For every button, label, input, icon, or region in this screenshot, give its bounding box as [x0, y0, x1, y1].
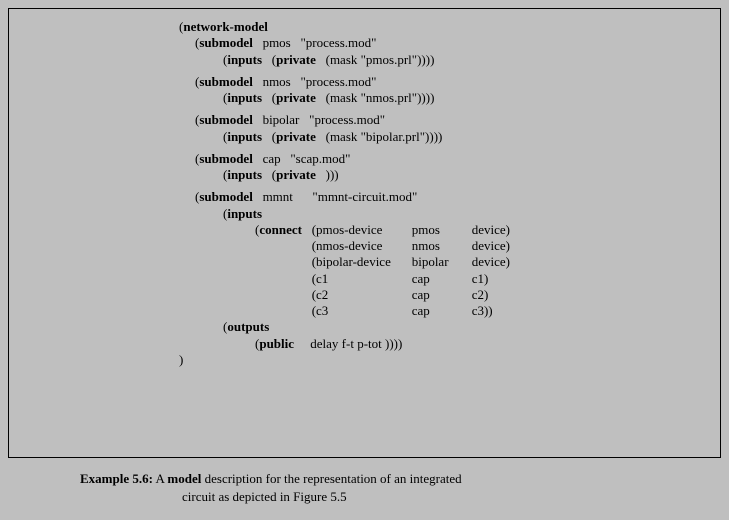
kw-public: public: [259, 336, 294, 351]
cell: cap: [412, 303, 472, 319]
kw-inputs: inputs: [227, 206, 262, 221]
caption-line2: circuit as depicted in Figure 5.5: [80, 489, 347, 504]
cell: device): [472, 254, 520, 270]
line-mmnt-submodel: (submodel mmnt "mmnt-circuit.mod": [179, 189, 710, 205]
caption-pre: A: [156, 471, 165, 486]
kw-submodel: submodel: [199, 74, 252, 89]
cell: (c3: [312, 303, 412, 319]
cell: cap: [412, 287, 472, 303]
mmnt-file: "mmnt-circuit.mod": [312, 189, 417, 204]
cell: (c1: [312, 271, 412, 287]
bipolar-name: bipolar: [263, 112, 300, 127]
kw-outputs: outputs: [227, 319, 269, 334]
cell: device): [472, 222, 520, 238]
cell: pmos: [412, 222, 472, 238]
pmos-name: pmos: [263, 35, 291, 50]
caption: Example 5.6: A model description for the…: [80, 470, 660, 505]
table-row: (pmos-devicepmosdevice): [312, 222, 520, 238]
kw-private: private: [276, 52, 316, 67]
cap-file: "scap.mod": [290, 151, 350, 166]
cell: device): [472, 238, 520, 254]
line-network-model: (network-model: [179, 19, 710, 35]
pmos-file: "process.mod": [300, 35, 376, 50]
line-nmos-inputs: (inputs (private (mask "nmos.prl")))): [179, 90, 710, 106]
line-mmnt-outputs: (outputs: [179, 319, 710, 335]
cell: (bipolar-device: [312, 254, 412, 270]
line-cap-submodel: (submodel cap "scap.mod": [179, 151, 710, 167]
kw-private: private: [276, 167, 316, 182]
caption-label: Example 5.6:: [80, 471, 153, 486]
line-bipolar-submodel: (submodel bipolar "process.mod": [179, 112, 710, 128]
line-pmos-submodel: (submodel pmos "process.mod": [179, 35, 710, 51]
kw-submodel: submodel: [199, 189, 252, 204]
caption-line1-rest: description for the representation of an…: [205, 471, 462, 486]
line-mmnt-inputs: (inputs: [179, 206, 710, 222]
close-paren: ): [179, 352, 183, 367]
kw-submodel: submodel: [199, 112, 252, 127]
cell: nmos: [412, 238, 472, 254]
kw-private: private: [276, 90, 316, 105]
connect-table: (pmos-devicepmosdevice) (nmos-devicenmos…: [312, 222, 520, 320]
cap-name: cap: [263, 151, 281, 166]
table-row: (c2capc2): [312, 287, 520, 303]
table-row: (bipolar-devicebipolardevice): [312, 254, 520, 270]
line-nmos-submodel: (submodel nmos "process.mod": [179, 74, 710, 90]
kw-private: private: [276, 129, 316, 144]
code-frame: (network-model (submodel pmos "process.m…: [8, 8, 721, 458]
cell: (nmos-device: [312, 238, 412, 254]
pmos-mask: (mask "pmos.prl")))): [326, 52, 435, 67]
cell: bipolar: [412, 254, 472, 270]
kw-inputs: inputs: [227, 167, 262, 182]
cell: (pmos-device: [312, 222, 412, 238]
line-mmnt-connect: (connect (pmos-devicepmosdevice) (nmos-d…: [179, 222, 710, 320]
kw-inputs: inputs: [227, 52, 262, 67]
kw-connect: connect: [259, 222, 302, 237]
line-cap-inputs: (inputs (private ))): [179, 167, 710, 183]
cell: c3)): [472, 303, 520, 319]
cell: c2): [472, 287, 520, 303]
nmos-name: nmos: [263, 74, 291, 89]
table-row: (c3capc3)): [312, 303, 520, 319]
line-mmnt-public: (public delay f-t p-tot )))): [179, 336, 710, 352]
bipolar-file: "process.mod": [309, 112, 385, 127]
table-row: (nmos-devicenmosdevice): [312, 238, 520, 254]
kw-network-model: network-model: [183, 19, 268, 34]
kw-inputs: inputs: [227, 129, 262, 144]
table-row: (c1capc1): [312, 271, 520, 287]
mmnt-name: mmnt: [263, 189, 293, 204]
nmos-file: "process.mod": [300, 74, 376, 89]
line-close: ): [179, 352, 710, 368]
kw-inputs: inputs: [227, 90, 262, 105]
cell: (c2: [312, 287, 412, 303]
cell: c1): [472, 271, 520, 287]
cell: cap: [412, 271, 472, 287]
bipolar-mask: (mask "bipolar.prl")))): [326, 129, 443, 144]
line-pmos-inputs: (inputs (private (mask "pmos.prl")))): [179, 52, 710, 68]
kw-submodel: submodel: [199, 151, 252, 166]
kw-submodel: submodel: [199, 35, 252, 50]
nmos-mask: (mask "nmos.prl")))): [326, 90, 435, 105]
caption-model-word: model: [167, 471, 201, 486]
cap-tail: ))): [326, 167, 339, 182]
mmnt-public-tail: delay f-t p-tot )))): [310, 336, 402, 351]
line-bipolar-inputs: (inputs (private (mask "bipolar.prl")))): [179, 129, 710, 145]
